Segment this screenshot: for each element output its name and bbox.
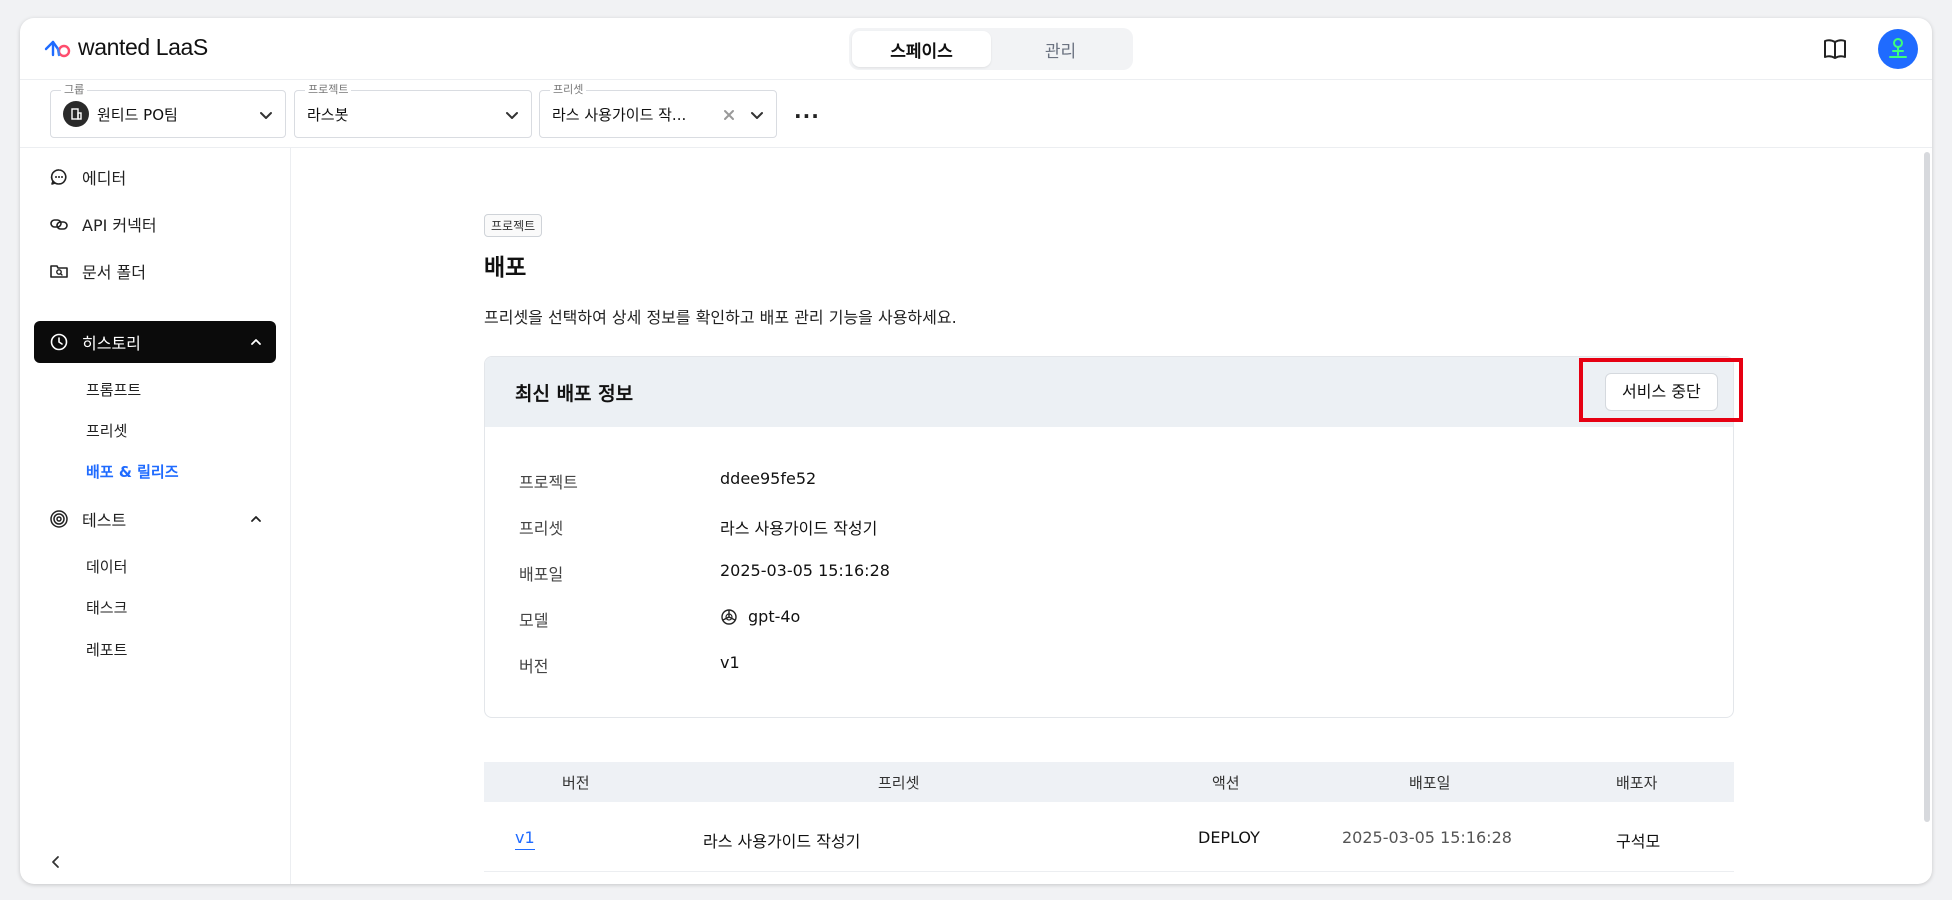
openai-icon [721,608,737,625]
group-select[interactable]: 그룹 원티드 PO팀 [50,83,286,138]
top-bar: wanted LaaS 스페이스 관리 [20,18,1932,80]
table-header: 버전 프리셋 액션 배포일 배포자 [484,762,1734,802]
col-deploy-date: 배포일 [1409,774,1451,792]
latest-deploy-card: 최신 배포 정보 서비스 중단 프로젝트 ddee95fe52 프리셋 라스 사… [484,356,1734,718]
col-version: 버전 [562,774,590,792]
preset-select-legend: 프리셋 [550,83,587,97]
chevron-left-icon[interactable] [48,854,64,870]
sidebar-item-document-folder[interactable]: 문서 폴더 [34,250,276,292]
clear-icon[interactable] [720,106,738,124]
info-label-model: 모델 [519,611,549,630]
main-content: 프로젝트 배포 프리셋을 선택하여 상세 정보를 확인하고 배포 관리 기능을 … [292,148,1932,884]
sidebar-subitem-report[interactable]: 레포트 [86,639,127,660]
logo-icon [44,40,71,57]
chevron-down-icon [506,112,518,119]
info-value-model: gpt-4o [720,607,800,626]
card-header: 최신 배포 정보 서비스 중단 [485,357,1733,427]
sidebar-subitem-deploy-release[interactable]: 배포 & 릴리즈 [86,461,179,482]
sidebar-item-api-connector[interactable]: API 커넥터 [34,203,276,245]
sidebar: 에디터 API 커넥터 문서 폴더 히스토리 프롬프트 프리셋 배포 & 릴리즈 [20,148,291,884]
row-deployer: 구석모 [1616,832,1661,851]
sidebar-item-history[interactable]: 히스토리 [34,321,276,363]
chevron-down-icon [260,112,272,119]
project-select[interactable]: 프로젝트 라스봇 [294,83,532,138]
row-action: DEPLOY [1198,828,1260,847]
building-icon [63,101,89,127]
info-value-project: ddee95fe52 [720,469,817,488]
tab-manage[interactable]: 관리 [991,31,1130,67]
info-label-version: 버전 [519,657,549,676]
card-title: 최신 배포 정보 [515,383,634,405]
sidebar-subitem-prompt[interactable]: 프롬프트 [86,379,141,400]
page-description: 프리셋을 선택하여 상세 정보를 확인하고 배포 관리 기능을 사용하세요. [484,308,957,327]
target-icon [48,508,70,530]
highlight-box [1579,358,1743,422]
logo-text: wanted LaaS [78,34,208,60]
chevron-up-icon [251,516,261,522]
chevron-down-icon [751,112,763,119]
info-label-project: 프로젝트 [519,473,578,492]
sidebar-item-label: 테스트 [82,511,127,530]
sidebar-item-label: 히스토리 [82,334,141,353]
col-deployer: 배포자 [1616,774,1658,792]
sidebar-item-label: 문서 폴더 [82,263,146,282]
col-preset: 프리셋 [878,774,920,792]
sidebar-item-editor[interactable]: 에디터 [34,156,276,198]
group-select-legend: 그룹 [61,83,88,97]
sidebar-item-label: 에디터 [82,169,127,188]
sidebar-subitem-task[interactable]: 태스크 [86,597,127,618]
space-manage-toggle: 스페이스 관리 [849,28,1133,70]
folder-search-icon [48,260,70,282]
project-select-value: 라스봇 [307,106,349,124]
sidebar-subitem-data[interactable]: 데이터 [86,556,127,577]
table-row[interactable]: v1 라스 사용가이드 작성기 DEPLOY 2025-03-05 15:16:… [484,802,1734,872]
info-value-version: v1 [720,653,740,672]
link-icon [48,213,70,235]
info-value-deploy-date: 2025-03-05 15:16:28 [720,561,890,580]
row-deploy-date: 2025-03-05 15:16:28 [1342,828,1512,847]
row-version-link[interactable]: v1 [515,828,535,850]
logo[interactable]: wanted LaaS [44,34,208,61]
preset-select[interactable]: 프리셋 라스 사용가이드 작... [539,83,777,138]
page-title: 배포 [484,255,527,281]
sidebar-item-test[interactable]: 테스트 [34,498,276,540]
app-window: wanted LaaS 스페이스 관리 그룹 원티드 PO팀 프로젝트 라스봇 … [20,18,1932,884]
selector-bar: 그룹 원티드 PO팀 프로젝트 라스봇 프리셋 라스 사용가이드 작... ··… [20,80,1932,148]
info-label-preset: 프리셋 [519,519,564,538]
info-label-deploy-date: 배포일 [519,565,564,584]
chat-bubble-icon [48,166,70,188]
preset-select-value: 라스 사용가이드 작... [552,106,687,124]
scrollbar[interactable] [1924,152,1930,822]
clock-icon [48,331,70,353]
tab-space[interactable]: 스페이스 [852,31,991,67]
sidebar-subitem-preset[interactable]: 프리셋 [86,420,127,441]
group-select-value: 원티드 PO팀 [97,106,178,124]
avatar[interactable] [1878,29,1918,69]
sidebar-item-label: API 커넥터 [82,216,157,235]
row-preset: 라스 사용가이드 작성기 [703,832,861,851]
avatar-icon [1889,38,1907,58]
model-name: gpt-4o [748,607,801,626]
more-options-button[interactable]: ··· [794,104,820,128]
book-icon[interactable] [1821,35,1849,63]
info-value-preset: 라스 사용가이드 작성기 [720,519,878,538]
chevron-up-icon [251,339,261,345]
project-select-legend: 프로젝트 [305,83,352,97]
col-action: 액션 [1212,774,1240,792]
project-chip: 프로젝트 [484,214,543,237]
